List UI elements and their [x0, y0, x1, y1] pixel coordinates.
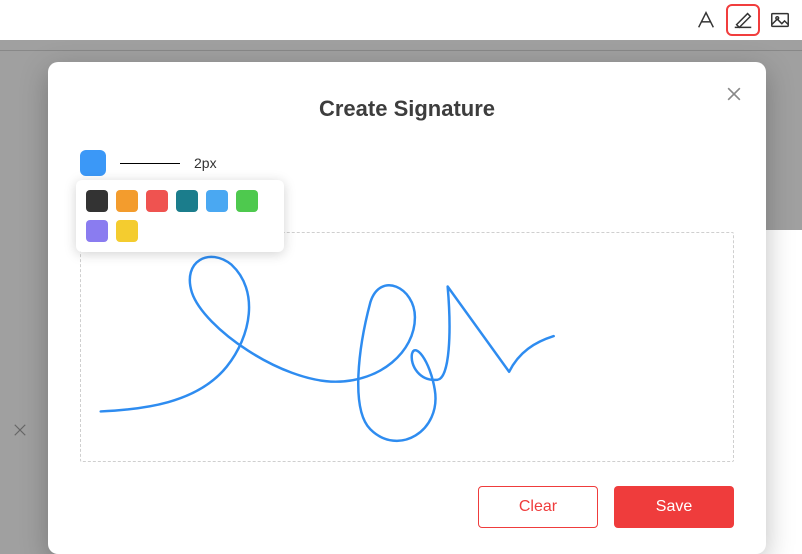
close-icon[interactable] — [720, 80, 748, 108]
stroke-width-label: 2px — [194, 155, 217, 171]
stroke-controls: 2px — [80, 150, 734, 176]
color-swatch-yellow[interactable] — [116, 220, 138, 242]
modal-title: Create Signature — [80, 96, 734, 122]
color-swatch-orange[interactable] — [116, 190, 138, 212]
color-swatch-blue[interactable] — [206, 190, 228, 212]
current-color-chip[interactable] — [80, 150, 106, 176]
save-button[interactable]: Save — [614, 486, 734, 528]
app-stage: e another. ofile attack ister, as w Kitr… — [0, 0, 802, 554]
color-swatch-red[interactable] — [146, 190, 168, 212]
color-swatch-teal[interactable] — [176, 190, 198, 212]
clear-button[interactable]: Clear — [478, 486, 598, 528]
signature-canvas[interactable] — [80, 232, 734, 462]
stroke-preview — [120, 163, 180, 164]
color-swatch-black[interactable] — [86, 190, 108, 212]
color-swatch-purple[interactable] — [86, 220, 108, 242]
color-swatch-green[interactable] — [236, 190, 258, 212]
signature-icon[interactable] — [726, 4, 760, 36]
image-icon[interactable] — [766, 6, 794, 34]
color-palette-popup — [76, 180, 284, 252]
divider — [0, 50, 802, 51]
text-icon[interactable] — [692, 6, 720, 34]
editor-topbar — [0, 0, 802, 40]
modal-buttons: Clear Save — [478, 486, 734, 528]
signature-drawing — [81, 233, 733, 461]
create-signature-modal: Create Signature 2px ad, mouse or touch … — [48, 62, 766, 554]
background-close-icon[interactable] — [10, 420, 30, 440]
